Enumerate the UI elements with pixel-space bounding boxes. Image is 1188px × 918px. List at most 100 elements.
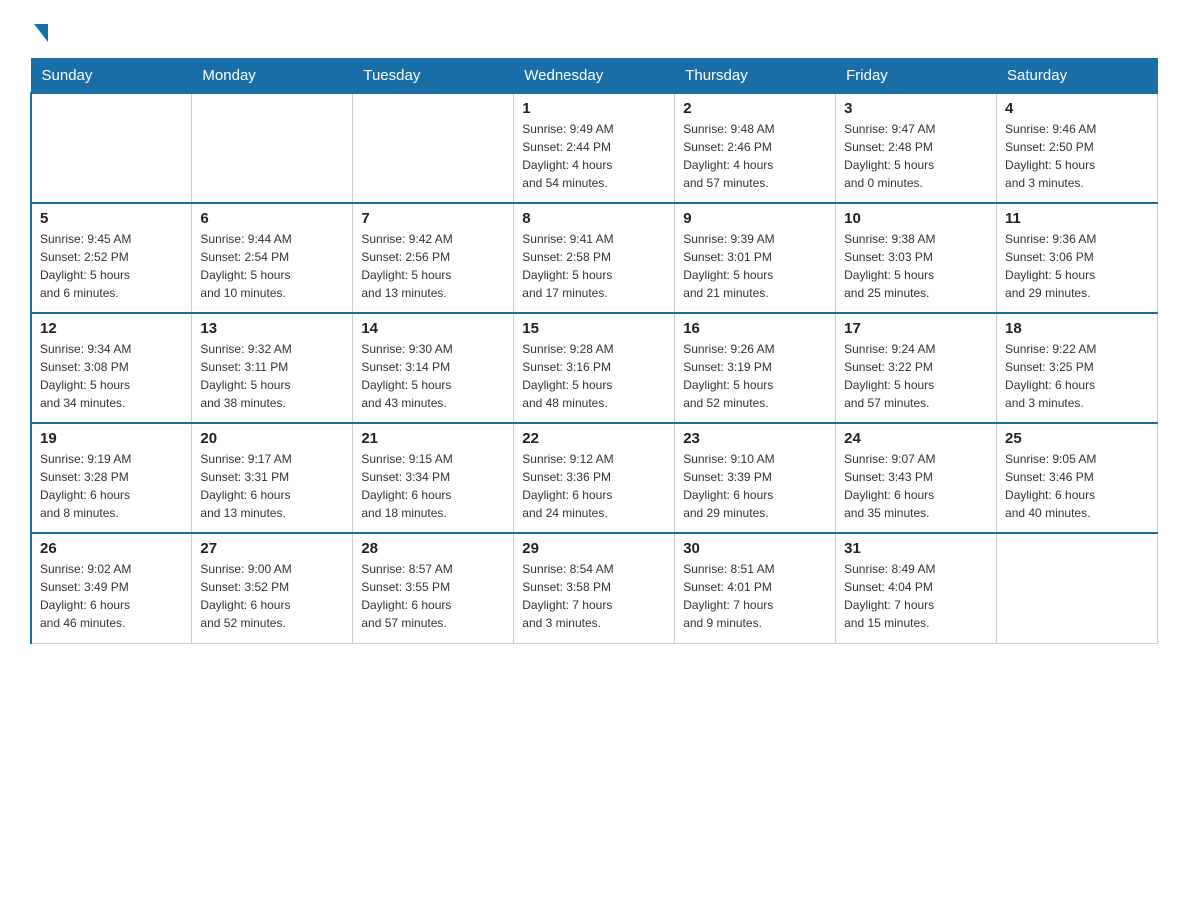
day-info: Sunrise: 9:44 AMSunset: 2:54 PMDaylight:…: [200, 230, 344, 302]
calendar-cell: 1 Sunrise: 9:49 AMSunset: 2:44 PMDaylight…: [514, 93, 675, 203]
day-info: Sunrise: 8:49 AMSunset: 4:04 PMDaylight:…: [844, 560, 988, 632]
day-number: 5: [40, 210, 183, 227]
day-info: Sunrise: 9:36 AMSunset: 3:06 PMDaylight:…: [1005, 230, 1149, 302]
day-info: Sunrise: 9:48 AMSunset: 2:46 PMDaylight:…: [683, 120, 827, 192]
col-header-sunday: Sunday: [31, 59, 192, 94]
calendar-cell: 22Sunrise: 9:12 AMSunset: 3:36 PMDayligh…: [514, 423, 675, 533]
calendar-cell: 12Sunrise: 9:34 AMSunset: 3:08 PMDayligh…: [31, 313, 192, 423]
day-number: 17: [844, 320, 988, 337]
col-header-monday: Monday: [192, 59, 353, 94]
col-header-thursday: Thursday: [675, 59, 836, 94]
calendar-cell: 23 Sunrise: 9:10 AMSunset: 3:39 PMDayligh…: [675, 423, 836, 533]
day-number: 24: [844, 430, 988, 447]
calendar-cell: 5 Sunrise: 9:45 AMSunset: 2:52 PMDaylight…: [31, 203, 192, 313]
day-info: Sunrise: 9:49 AMSunset: 2:44 PMDaylight:…: [522, 120, 666, 192]
day-number: 20: [200, 430, 344, 447]
calendar-table: SundayMondayTuesdayWednesdayThursdayFrid…: [30, 58, 1158, 644]
calendar-cell: 21Sunrise: 9:15 AMSunset: 3:34 PMDayligh…: [353, 423, 514, 533]
day-number: 28: [361, 540, 505, 557]
day-info: Sunrise: 9:22 AMSunset: 3:25 PMDaylight:…: [1005, 340, 1149, 412]
day-info: Sunrise: 8:54 AMSunset: 3:58 PMDaylight:…: [522, 560, 666, 632]
day-number: 2: [683, 100, 827, 117]
calendar-cell: 10Sunrise: 9:38 AMSunset: 3:03 PMDayligh…: [836, 203, 997, 313]
day-info: Sunrise: 9:17 AMSunset: 3:31 PMDaylight:…: [200, 450, 344, 522]
day-info: Sunrise: 9:45 AMSunset: 2:52 PMDaylight:…: [40, 230, 183, 302]
calendar-cell: 31 Sunrise: 8:49 AMSunset: 4:04 PMDayligh…: [836, 533, 997, 643]
calendar-cell: 13 Sunrise: 9:32 AMSunset: 3:11 PMDayligh…: [192, 313, 353, 423]
calendar-cell: 2 Sunrise: 9:48 AMSunset: 2:46 PMDaylight…: [675, 93, 836, 203]
calendar-cell: 16Sunrise: 9:26 AMSunset: 3:19 PMDayligh…: [675, 313, 836, 423]
day-info: Sunrise: 9:39 AMSunset: 3:01 PMDaylight:…: [683, 230, 827, 302]
day-number: 27: [200, 540, 344, 557]
calendar-cell: 30 Sunrise: 8:51 AMSunset: 4:01 PMDayligh…: [675, 533, 836, 643]
calendar-cell: 24Sunrise: 9:07 AMSunset: 3:43 PMDayligh…: [836, 423, 997, 533]
day-info: Sunrise: 9:41 AMSunset: 2:58 PMDaylight:…: [522, 230, 666, 302]
calendar-cell: 27Sunrise: 9:00 AMSunset: 3:52 PMDayligh…: [192, 533, 353, 643]
calendar-cell: [31, 93, 192, 203]
day-number: 1: [522, 100, 666, 117]
calendar-cell: 6 Sunrise: 9:44 AMSunset: 2:54 PMDaylight…: [192, 203, 353, 313]
day-number: 26: [40, 540, 183, 557]
day-info: Sunrise: 9:28 AMSunset: 3:16 PMDaylight:…: [522, 340, 666, 412]
day-number: 6: [200, 210, 344, 227]
day-number: 16: [683, 320, 827, 337]
week-row-1: 1 Sunrise: 9:49 AMSunset: 2:44 PMDaylight…: [31, 93, 1158, 203]
calendar-cell: [192, 93, 353, 203]
day-info: Sunrise: 9:47 AMSunset: 2:48 PMDaylight:…: [844, 120, 988, 192]
day-info: Sunrise: 9:10 AMSunset: 3:39 PMDaylight:…: [683, 450, 827, 522]
day-info: Sunrise: 9:19 AMSunset: 3:28 PMDaylight:…: [40, 450, 183, 522]
calendar-cell: 18Sunrise: 9:22 AMSunset: 3:25 PMDayligh…: [997, 313, 1158, 423]
day-info: Sunrise: 9:05 AMSunset: 3:46 PMDaylight:…: [1005, 450, 1149, 522]
logo-arrow-icon: [34, 24, 48, 42]
calendar-cell: 3Sunrise: 9:47 AMSunset: 2:48 PMDaylight…: [836, 93, 997, 203]
day-info: Sunrise: 9:42 AMSunset: 2:56 PMDaylight:…: [361, 230, 505, 302]
day-number: 7: [361, 210, 505, 227]
calendar-cell: [353, 93, 514, 203]
calendar-cell: 7 Sunrise: 9:42 AMSunset: 2:56 PMDaylight…: [353, 203, 514, 313]
col-header-saturday: Saturday: [997, 59, 1158, 94]
calendar-cell: 14 Sunrise: 9:30 AMSunset: 3:14 PMDayligh…: [353, 313, 514, 423]
calendar-cell: 4 Sunrise: 9:46 AMSunset: 2:50 PMDaylight…: [997, 93, 1158, 203]
day-number: 13: [200, 320, 344, 337]
day-info: Sunrise: 8:57 AMSunset: 3:55 PMDaylight:…: [361, 560, 505, 632]
calendar-cell: 15 Sunrise: 9:28 AMSunset: 3:16 PMDayligh…: [514, 313, 675, 423]
day-number: 31: [844, 540, 988, 557]
day-number: 8: [522, 210, 666, 227]
week-row-3: 12Sunrise: 9:34 AMSunset: 3:08 PMDayligh…: [31, 313, 1158, 423]
day-number: 19: [40, 430, 183, 447]
calendar-cell: 29 Sunrise: 8:54 AMSunset: 3:58 PMDayligh…: [514, 533, 675, 643]
calendar-cell: 28 Sunrise: 8:57 AMSunset: 3:55 PMDayligh…: [353, 533, 514, 643]
day-info: Sunrise: 9:12 AMSunset: 3:36 PMDaylight:…: [522, 450, 666, 522]
day-number: 10: [844, 210, 988, 227]
page-header: [30, 20, 1158, 40]
day-info: Sunrise: 9:24 AMSunset: 3:22 PMDaylight:…: [844, 340, 988, 412]
calendar-cell: 26 Sunrise: 9:02 AMSunset: 3:49 PMDayligh…: [31, 533, 192, 643]
day-number: 11: [1005, 210, 1149, 227]
day-info: Sunrise: 9:02 AMSunset: 3:49 PMDaylight:…: [40, 560, 183, 632]
calendar-cell: 20 Sunrise: 9:17 AMSunset: 3:31 PMDayligh…: [192, 423, 353, 533]
day-info: Sunrise: 8:51 AMSunset: 4:01 PMDaylight:…: [683, 560, 827, 632]
day-info: Sunrise: 9:32 AMSunset: 3:11 PMDaylight:…: [200, 340, 344, 412]
day-number: 14: [361, 320, 505, 337]
day-number: 23: [683, 430, 827, 447]
day-info: Sunrise: 9:46 AMSunset: 2:50 PMDaylight:…: [1005, 120, 1149, 192]
day-info: Sunrise: 9:34 AMSunset: 3:08 PMDaylight:…: [40, 340, 183, 412]
calendar-cell: 19 Sunrise: 9:19 AMSunset: 3:28 PMDayligh…: [31, 423, 192, 533]
calendar-cell: [997, 533, 1158, 643]
col-header-friday: Friday: [836, 59, 997, 94]
day-number: 4: [1005, 100, 1149, 117]
col-header-tuesday: Tuesday: [353, 59, 514, 94]
day-number: 15: [522, 320, 666, 337]
week-row-5: 26 Sunrise: 9:02 AMSunset: 3:49 PMDayligh…: [31, 533, 1158, 643]
week-row-2: 5 Sunrise: 9:45 AMSunset: 2:52 PMDaylight…: [31, 203, 1158, 313]
day-number: 21: [361, 430, 505, 447]
day-number: 30: [683, 540, 827, 557]
calendar-cell: 9 Sunrise: 9:39 AMSunset: 3:01 PMDaylight…: [675, 203, 836, 313]
day-info: Sunrise: 9:30 AMSunset: 3:14 PMDaylight:…: [361, 340, 505, 412]
day-number: 9: [683, 210, 827, 227]
day-number: 29: [522, 540, 666, 557]
week-row-4: 19 Sunrise: 9:19 AMSunset: 3:28 PMDayligh…: [31, 423, 1158, 533]
calendar-cell: 8 Sunrise: 9:41 AMSunset: 2:58 PMDaylight…: [514, 203, 675, 313]
calendar-cell: 17 Sunrise: 9:24 AMSunset: 3:22 PMDayligh…: [836, 313, 997, 423]
calendar-cell: 25Sunrise: 9:05 AMSunset: 3:46 PMDayligh…: [997, 423, 1158, 533]
